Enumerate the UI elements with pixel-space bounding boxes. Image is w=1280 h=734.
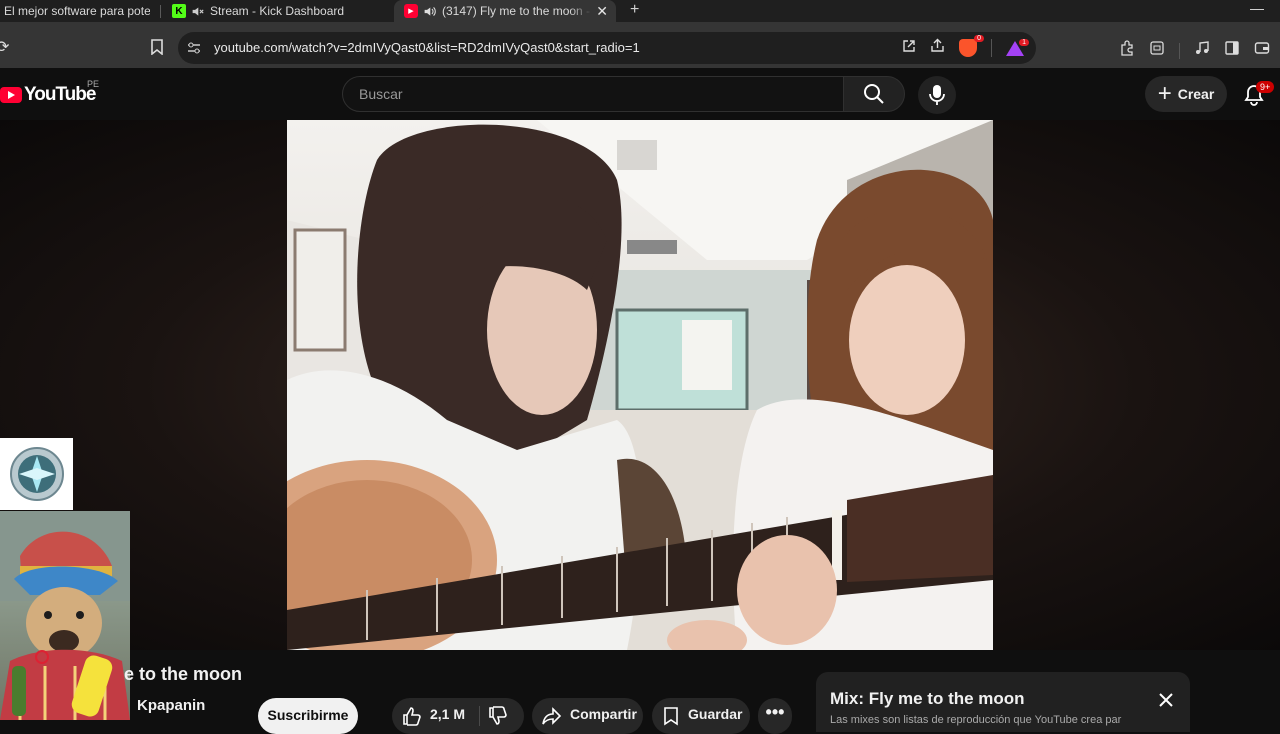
screenshot-icon[interactable] bbox=[1149, 40, 1165, 61]
new-tab-icon[interactable]: + bbox=[630, 1, 639, 19]
minimize-window-icon[interactable]: — bbox=[1250, 0, 1264, 16]
extensions-icon[interactable] bbox=[1119, 40, 1135, 61]
close-icon[interactable] bbox=[1158, 692, 1174, 713]
stream-overlay-dog-mascot bbox=[0, 511, 130, 720]
thumbs-up-icon bbox=[403, 707, 421, 726]
url-text[interactable]: youtube.com/watch?v=2dmIVyQast0&list=RD2… bbox=[214, 40, 640, 55]
tab-software[interactable]: El mejor software para poten bbox=[4, 0, 150, 22]
diamond-emblem-icon bbox=[9, 447, 64, 501]
search-input[interactable]: Buscar bbox=[342, 76, 844, 112]
search-button[interactable] bbox=[843, 76, 905, 112]
mix-playlist-panel: Mix: Fly me to the moon Las mixes son li… bbox=[816, 672, 1190, 732]
tab-title: El mejor software para poten bbox=[4, 4, 150, 18]
save-bookmark-icon bbox=[664, 707, 678, 726]
video-frame bbox=[287, 120, 993, 650]
search-placeholder: Buscar bbox=[359, 86, 403, 102]
search-icon bbox=[864, 84, 884, 104]
site-settings-icon[interactable] bbox=[187, 41, 201, 60]
brave-rewards-icon[interactable]: 1 bbox=[1006, 38, 1029, 56]
notifications-badge: 9+ bbox=[1256, 81, 1275, 93]
mix-title[interactable]: Mix: Fly me to the moon bbox=[830, 689, 1025, 709]
subscribe-label: Suscribirme bbox=[267, 707, 349, 723]
more-actions-button[interactable]: ••• bbox=[758, 698, 792, 734]
shields-count-badge: 0 bbox=[974, 35, 984, 42]
divider bbox=[1179, 42, 1180, 59]
mix-subtitle: Las mixes son listas de reproducción que… bbox=[830, 714, 1122, 726]
close-tab-icon[interactable]: ✕ bbox=[596, 3, 608, 20]
tab-kick-dashboard[interactable]: K Stream - Kick Dashboard bbox=[172, 0, 392, 22]
thumbs-down-icon[interactable] bbox=[488, 706, 508, 726]
voice-search-button[interactable] bbox=[918, 76, 956, 114]
reload-icon[interactable]: ⟳ bbox=[0, 37, 9, 57]
country-code: PE bbox=[87, 79, 100, 89]
media-controls-icon[interactable] bbox=[1194, 40, 1210, 61]
stream-overlay-badge bbox=[0, 438, 73, 510]
create-label: Crear bbox=[1177, 86, 1215, 102]
save-button[interactable]: Guardar bbox=[652, 698, 750, 734]
divider bbox=[479, 706, 481, 726]
youtube-play-icon bbox=[0, 87, 22, 103]
youtube-wordmark: YouTube bbox=[24, 84, 96, 105]
plus-icon: + bbox=[1157, 80, 1172, 107]
share-arrow-icon bbox=[542, 707, 562, 725]
tab-title: (3147) Fly me to the moon - YouTube bbox=[442, 4, 592, 18]
create-button[interactable]: + Crear bbox=[1145, 76, 1227, 112]
speaker-playing-icon[interactable] bbox=[422, 4, 436, 18]
video-title: e to the moon bbox=[124, 664, 242, 684]
sidebar-toggle-icon[interactable] bbox=[1224, 40, 1240, 61]
dog-mascot-image bbox=[0, 511, 130, 720]
open-in-app-icon[interactable] bbox=[902, 39, 916, 58]
microphone-icon bbox=[929, 85, 945, 105]
video-player[interactable] bbox=[287, 120, 993, 650]
divider bbox=[991, 39, 992, 57]
bookmark-icon[interactable] bbox=[150, 39, 164, 60]
tab-title: Stream - Kick Dashboard bbox=[210, 4, 345, 18]
youtube-header: YouTube PE Buscar + Crear 9+ bbox=[0, 68, 1280, 120]
channel-name[interactable]: Kpapanin bbox=[137, 697, 205, 714]
subscribe-button[interactable]: Suscribirme bbox=[258, 698, 358, 734]
brave-shields-icon[interactable]: 0 bbox=[959, 35, 984, 57]
share-page-icon[interactable] bbox=[930, 38, 945, 58]
address-bar[interactable]: youtube.com/watch?v=2dmIVyQast0&list=RD2… bbox=[178, 32, 1036, 64]
tab-separator bbox=[160, 5, 161, 18]
tab-youtube-active[interactable]: ▶ (3147) Fly me to the moon - YouTube ✕ bbox=[394, 0, 616, 22]
muted-speaker-icon[interactable] bbox=[190, 4, 204, 18]
youtube-logo[interactable]: YouTube bbox=[0, 84, 96, 106]
kick-icon: K bbox=[172, 4, 186, 18]
rewards-count-badge: 1 bbox=[1019, 38, 1029, 46]
share-button[interactable]: Compartir bbox=[532, 698, 643, 734]
browser-tab-strip: El mejor software para poten K Stream - … bbox=[0, 0, 1280, 22]
like-button[interactable]: 2,1 M bbox=[392, 698, 524, 734]
browser-toolbar: ⟳ youtube.com/watch?v=2dmIVyQast0&list=R… bbox=[0, 22, 1280, 68]
wallet-icon[interactable] bbox=[1254, 40, 1270, 61]
youtube-favicon-icon: ▶ bbox=[404, 4, 418, 18]
